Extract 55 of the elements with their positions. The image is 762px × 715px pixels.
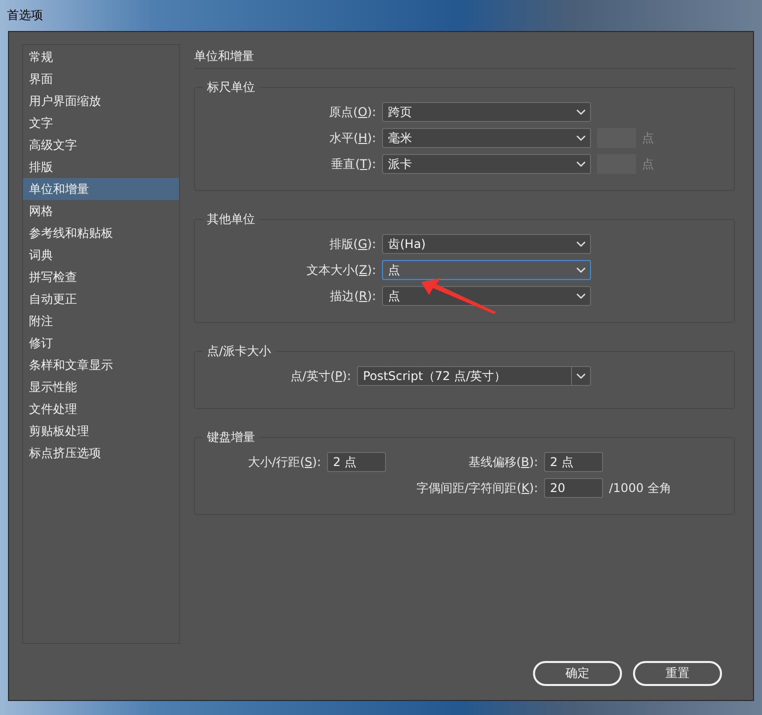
sidebar-item[interactable]: 拼写检查 — [23, 266, 179, 288]
sidebar-item[interactable]: 条样和文章显示 — [23, 354, 179, 376]
sidebar-item[interactable]: 界面 — [23, 68, 179, 90]
sidebar-item[interactable]: 修订 — [23, 332, 179, 354]
dropdown[interactable]: 点 — [382, 260, 591, 280]
sidebar-item[interactable]: 网格 — [23, 200, 179, 222]
field-label: 基线偏移(B): — [467, 454, 538, 470]
chevron-down-icon — [576, 135, 586, 141]
sidebar-item[interactable]: 文件处理 — [23, 398, 179, 420]
input-field[interactable]: 2 点 — [544, 452, 603, 472]
group-title: 键盘增量 — [206, 429, 256, 446]
dropdown[interactable]: PostScript（72 点/英寸） — [357, 366, 591, 386]
sidebar-item[interactable]: 高级文字 — [23, 134, 179, 156]
sidebar-item[interactable]: 用户界面缩放 — [23, 90, 179, 112]
field-label: 原点(O): — [328, 104, 376, 120]
dialog-button[interactable]: 重置 — [633, 661, 722, 686]
dropdown[interactable]: 派卡 — [382, 154, 591, 174]
chevron-down-icon — [576, 267, 586, 273]
field-label: 大小/行距(S): — [246, 454, 321, 470]
sidebar-item[interactable]: 文字 — [23, 112, 179, 134]
input-field[interactable]: 20 — [544, 478, 603, 498]
dropdown[interactable]: 齿(Ha) — [382, 234, 591, 254]
sidebar-item[interactable]: 标点挤压选项 — [23, 442, 179, 464]
sidebar-item[interactable]: 剪贴板处理 — [23, 420, 179, 442]
group-title: 标尺单位 — [206, 79, 256, 96]
chevron-down-icon — [576, 293, 586, 299]
sidebar-item[interactable]: 附注 — [23, 310, 179, 332]
chevron-down-icon — [576, 241, 586, 247]
field-label: 水平(H): — [328, 130, 376, 146]
sidebar-item[interactable]: 词典 — [23, 244, 179, 266]
dropdown[interactable]: 点 — [382, 286, 591, 306]
sidebar-item[interactable]: 常规 — [23, 46, 179, 68]
field-label: 文本大小(Z): — [305, 262, 376, 278]
section-heading: 单位和增量 — [194, 48, 735, 69]
input-field[interactable]: 2 点 — [327, 452, 386, 472]
sidebar-item[interactable]: 自动更正 — [23, 288, 179, 310]
field-label: 垂直(T): — [330, 156, 376, 172]
dropdown[interactable]: 毫米 — [382, 128, 591, 148]
sidebar-item[interactable]: 排版 — [23, 156, 179, 178]
window-title: 首选项 — [7, 7, 43, 24]
field-label: 点/英寸(P): — [289, 368, 351, 384]
field-label: 描边(R): — [329, 288, 376, 304]
field-label: 排版(G): — [328, 236, 376, 252]
dialog-button[interactable]: 确定 — [533, 661, 622, 686]
chevron-down-icon — [576, 161, 586, 167]
chevron-down-icon — [576, 373, 586, 379]
group-title: 其他单位 — [206, 211, 256, 228]
chevron-down-icon — [576, 109, 586, 115]
sidebar-item[interactable]: 单位和增量 — [23, 178, 179, 200]
group-title: 点/派卡大小 — [206, 343, 272, 360]
field-label: 字偶间距/字符间距(K): — [416, 480, 538, 496]
sidebar-item[interactable]: 显示性能 — [23, 376, 179, 398]
dropdown[interactable]: 跨页 — [382, 102, 591, 122]
unit-label: /1000 全角 — [609, 480, 672, 496]
sidebar-item[interactable]: 参考线和粘贴板 — [23, 222, 179, 244]
